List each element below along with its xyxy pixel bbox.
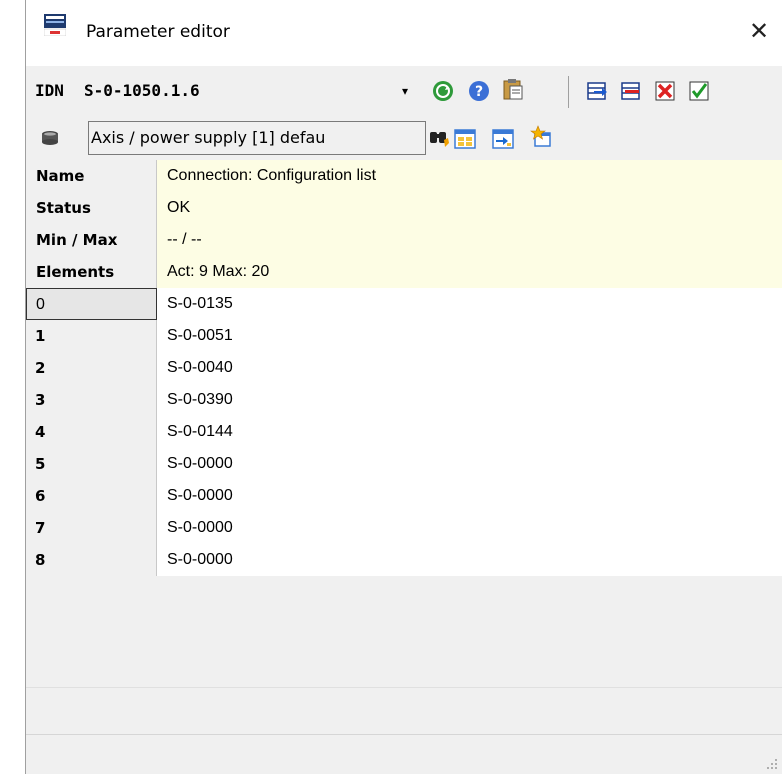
elements-label: Elements xyxy=(26,256,157,288)
insert-row-icon[interactable] xyxy=(586,80,608,102)
row-value[interactable]: S-0-0000 xyxy=(157,512,782,544)
row-value[interactable]: S-0-0051 xyxy=(157,320,782,352)
table-row[interactable]: 8 S-0-0000 xyxy=(26,544,782,576)
remove-row-icon[interactable] xyxy=(620,80,642,102)
source-field[interactable]: Axis / power supply [1] defau xyxy=(88,121,426,155)
window-title: Parameter editor xyxy=(86,22,230,42)
refresh-icon[interactable] xyxy=(432,80,454,102)
table-row[interactable]: 5 S-0-0000 xyxy=(26,448,782,480)
idn-label: IDN xyxy=(35,81,64,100)
table-row[interactable]: 6 S-0-0000 xyxy=(26,480,782,512)
idn-input[interactable]: S-0-1050.1.6 xyxy=(84,81,200,100)
table-row[interactable]: 1 S-0-0051 xyxy=(26,320,782,352)
delete-icon[interactable] xyxy=(654,80,676,102)
app-logo-icon xyxy=(44,14,66,36)
apply-icon[interactable] xyxy=(688,80,710,102)
row-index[interactable]: 1 xyxy=(26,320,157,352)
row-index[interactable]: 8 xyxy=(26,544,157,576)
table-row[interactable]: 4 S-0-0144 xyxy=(26,416,782,448)
info-row-name: Name Connection: Configuration list xyxy=(26,160,782,192)
row-index[interactable]: 2 xyxy=(26,352,157,384)
svg-text:?: ? xyxy=(475,84,483,100)
status-label: Status xyxy=(26,192,157,224)
find-icon[interactable] xyxy=(428,126,450,148)
table-view-icon[interactable] xyxy=(454,128,476,150)
minmax-value: -- / -- xyxy=(157,224,782,256)
table-row[interactable]: 2 S-0-0040 xyxy=(26,352,782,384)
row-index[interactable]: 0 xyxy=(26,288,157,320)
elements-value: Act: 9 Max: 20 xyxy=(157,256,782,288)
title-bar: Parameter editor ✕ xyxy=(26,0,782,66)
row-value[interactable]: S-0-0390 xyxy=(157,384,782,416)
info-row-elements: Elements Act: 9 Max: 20 xyxy=(26,256,782,288)
toolbar-separator xyxy=(568,76,569,108)
database-icon xyxy=(42,131,58,145)
row-value[interactable]: S-0-0135 xyxy=(157,288,782,320)
row-index[interactable]: 6 xyxy=(26,480,157,512)
table-row[interactable]: 0 S-0-0135 xyxy=(26,288,782,320)
row-value[interactable]: S-0-0040 xyxy=(157,352,782,384)
row-value[interactable]: S-0-0000 xyxy=(157,480,782,512)
row-value[interactable]: S-0-0000 xyxy=(157,448,782,480)
row-index[interactable]: 4 xyxy=(26,416,157,448)
source-toolbar: Axis / power supply [1] defau xyxy=(26,116,782,160)
parameter-editor-window: Parameter editor ✕ IDN S-0-1050.1.6 ▾ ? xyxy=(25,0,782,774)
row-index[interactable]: 5 xyxy=(26,448,157,480)
status-value: OK xyxy=(157,192,782,224)
row-value[interactable]: S-0-0144 xyxy=(157,416,782,448)
close-button[interactable]: ✕ xyxy=(744,14,774,48)
status-bar xyxy=(26,734,782,774)
name-label: Name xyxy=(26,160,157,192)
info-row-status: Status OK xyxy=(26,192,782,224)
table-export-icon[interactable] xyxy=(492,128,514,150)
clipboard-icon[interactable] xyxy=(502,78,524,100)
help-icon[interactable]: ? xyxy=(468,80,490,102)
star-icon[interactable] xyxy=(530,125,552,147)
table-row[interactable]: 7 S-0-0000 xyxy=(26,512,782,544)
row-index[interactable]: 3 xyxy=(26,384,157,416)
resize-grip-icon[interactable] xyxy=(764,756,778,770)
idn-dropdown-button[interactable]: ▾ xyxy=(398,80,412,102)
table-row[interactable]: 3 S-0-0390 xyxy=(26,384,782,416)
row-index[interactable]: 7 xyxy=(26,512,157,544)
info-row-minmax: Min / Max -- / -- xyxy=(26,224,782,256)
minmax-label: Min / Max xyxy=(26,224,157,256)
idn-toolbar: IDN S-0-1050.1.6 ▾ ? xyxy=(26,66,782,116)
row-value[interactable]: S-0-0000 xyxy=(157,544,782,576)
name-value: Connection: Configuration list xyxy=(157,160,782,192)
